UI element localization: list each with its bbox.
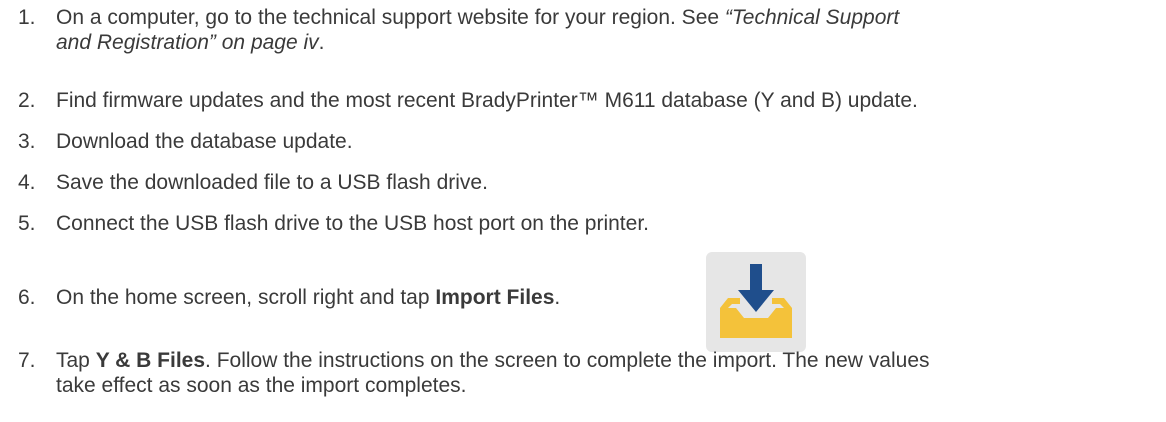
step-number: 1.	[18, 6, 36, 29]
yb-files-label: Y & B Files	[95, 349, 206, 372]
step-3: 3. Download the database update.	[18, 129, 1148, 154]
step-4: 4. Save the downloaded file to a USB fla…	[18, 170, 1148, 195]
step-2: 2. Find firmware updates and the most re…	[18, 88, 1148, 113]
step-text-end: .	[318, 31, 325, 54]
step-text-start: On a computer, go to the technical suppo…	[56, 6, 725, 29]
step-text-start: Tap	[56, 349, 96, 372]
step-text: Download the database update.	[56, 130, 353, 153]
step-text-end: take effect as soon as the import comple…	[56, 374, 467, 397]
step-text-continued: . Follow the instructions on the screen …	[205, 349, 930, 372]
step-text: On a computer, go to the technical suppo…	[56, 5, 1146, 55]
import-tray-arrow-icon	[720, 264, 792, 338]
step-text: On the home screen, scroll right and tap…	[56, 285, 1146, 310]
step-text-end: .	[554, 286, 561, 309]
step-7: 7. Tap Y & B Files. Follow the instructi…	[18, 348, 1148, 398]
procedure-steps: 1. On a computer, go to the technical su…	[0, 0, 1166, 422]
step-1: 1. On a computer, go to the technical su…	[18, 5, 1148, 55]
step-text: Save the downloaded file to a USB flash …	[56, 171, 488, 194]
step-number: 7.	[18, 349, 36, 372]
step-text: Find firmware updates and the most recen…	[56, 89, 918, 112]
step-number: 6.	[18, 286, 36, 309]
step-text-start: On the home screen, scroll right and tap	[56, 286, 436, 309]
cross-reference-link-continued[interactable]: and Registration” on page iv	[56, 31, 319, 54]
step-text: Tap Y & B Files. Follow the instructions…	[56, 348, 1146, 398]
step-number: 5.	[18, 212, 36, 235]
import-files-label: Import Files	[435, 286, 555, 309]
step-number: 2.	[18, 89, 36, 112]
import-files-icon[interactable]	[706, 252, 806, 352]
cross-reference-link[interactable]: “Technical Support	[725, 6, 899, 29]
step-number: 3.	[18, 130, 36, 153]
step-6: 6. On the home screen, scroll right and …	[18, 285, 1148, 310]
step-number: 4.	[18, 171, 36, 194]
step-5: 5. Connect the USB flash drive to the US…	[18, 211, 1148, 236]
step-text: Connect the USB flash drive to the USB h…	[56, 212, 649, 235]
